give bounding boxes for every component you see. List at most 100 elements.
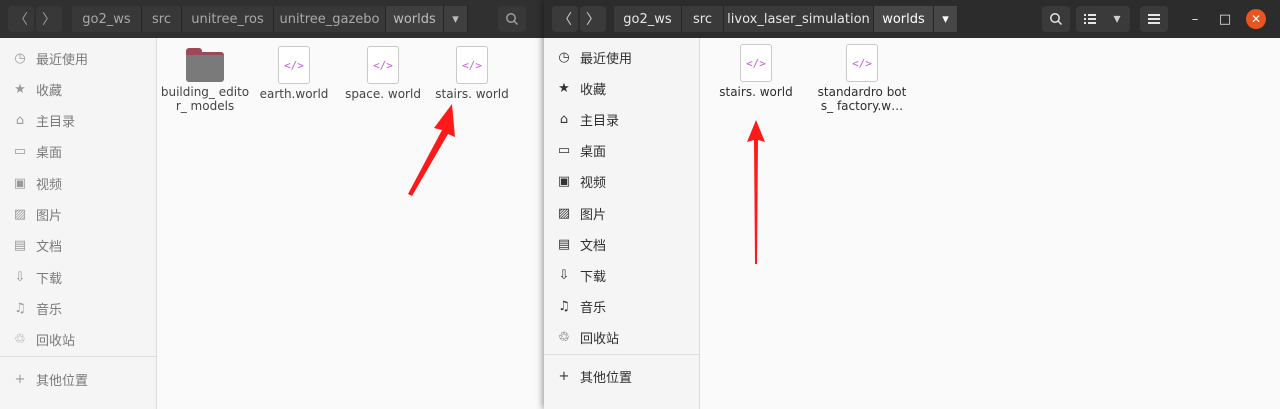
path-menu-button[interactable]: ▾ (444, 6, 468, 32)
breadcrumb-unitree-ros[interactable]: unitree_ros (182, 6, 274, 32)
sidebar-item-label: 回收站 (580, 332, 620, 348)
sidebar-item-label: 音乐 (580, 301, 607, 317)
trash-icon: ♲ (14, 332, 26, 348)
breadcrumb-go2-ws[interactable]: go2_ws (72, 6, 142, 32)
sidebar-divider (0, 356, 156, 357)
sidebar-item-music[interactable]: ♫ 音乐 (0, 293, 156, 323)
music-icon: ♫ (558, 299, 570, 315)
breadcrumb-livox-laser-simulation[interactable]: livox_laser_simulation (724, 6, 874, 32)
back-button[interactable]: 〈 (8, 6, 34, 32)
picture-icon: ▨ (557, 205, 571, 221)
plus-icon: + (14, 371, 26, 387)
file-name: stairs. world (435, 87, 509, 101)
sidebar-item-label: 其他位置 (36, 373, 89, 389)
search-button[interactable] (498, 6, 526, 32)
sidebar-item-label: 收藏 (36, 83, 63, 99)
sidebar-item-label: 桌面 (580, 145, 607, 161)
document-icon: ▤ (13, 238, 27, 254)
sidebar-item-home[interactable]: ⌂ 主目录 (544, 104, 699, 134)
breadcrumb-src[interactable]: src (142, 6, 182, 32)
sidebar-item-download[interactable]: ⇩ 下载 (544, 260, 699, 290)
breadcrumb-worlds[interactable]: worlds (874, 6, 934, 32)
star-icon: ★ (14, 81, 26, 97)
home-icon: ⌂ (559, 111, 569, 127)
breadcrumb-unitree-gazebo[interactable]: unitree_gazebo (274, 6, 386, 32)
sidebar-item-label: 下载 (36, 271, 63, 287)
forward-button[interactable]: 〉 (580, 6, 606, 32)
file-stairs-world[interactable]: </> stairs. world (427, 46, 517, 101)
main-menu-button[interactable] (1140, 6, 1168, 32)
sidebar: ◷ 最近使用 ★ 收藏 ⌂ 主目录 ▭ 桌面 ▣ 视频 ▨ 图片 ▤ 文档 ⇩ 下载 ♫ 音乐 ♲ 回收站 + 其他位置 (544, 38, 700, 409)
video-icon: ▣ (13, 175, 27, 191)
sidebar-item-recent[interactable]: ◷ 最近使用 (544, 42, 699, 72)
sidebar-item-label: 回收站 (36, 334, 76, 350)
sidebar-item-star[interactable]: ★ 收藏 (544, 73, 699, 103)
file-manager-window-unitree-gazebo: 〈 〉 go2_ws src unitree_ros unitree_gazeb… (0, 0, 544, 409)
sidebar-item-trash[interactable]: ♲ 回收站 (0, 325, 156, 355)
file-earth-world[interactable]: </> earth.world (249, 46, 339, 101)
sidebar-item-video[interactable]: ▣ 视频 (544, 167, 699, 197)
sidebar-item-recent[interactable]: ◷ 最近使用 (0, 43, 156, 73)
sidebar-item-label: 文档 (580, 238, 607, 254)
sidebar-divider (544, 354, 699, 355)
plus-icon: + (558, 368, 570, 384)
maximize-button[interactable]: □ (1214, 8, 1236, 30)
sidebar-item-star[interactable]: ★ 收藏 (0, 74, 156, 104)
sidebar-item-label: 下载 (580, 269, 607, 285)
sidebar-item-picture[interactable]: ▨ 图片 (0, 200, 156, 230)
trash-icon: ♲ (558, 330, 570, 346)
file-name: space. world (345, 87, 421, 101)
sidebar-item-video[interactable]: ▣ 视频 (0, 168, 156, 198)
sidebar-item-desktop[interactable]: ▭ 桌面 (0, 137, 156, 167)
breadcrumb-worlds[interactable]: worlds (386, 6, 444, 32)
sidebar: ◷ 最近使用 ★ 收藏 ⌂ 主目录 ▭ 桌面 ▣ 视频 ▨ 图片 ▤ 文档 ⇩ 下载 ♫ 音乐 ♲ 回收站 + 其他位置 (0, 38, 157, 409)
xml-file-icon: </> (456, 46, 488, 84)
sidebar-item-other-locations[interactable]: + 其他位置 (544, 361, 699, 391)
sidebar-item-desktop[interactable]: ▭ 桌面 (544, 136, 699, 166)
file-name: building_ editor_ models (160, 85, 250, 113)
view-options-button[interactable]: ▾ (1104, 6, 1130, 32)
star-icon: ★ (558, 80, 570, 96)
file-stairs-world[interactable]: </> stairs. world (711, 44, 801, 99)
desktop-icon: ▭ (13, 144, 27, 160)
file-space-world[interactable]: </> space. world (338, 46, 428, 101)
xml-file-icon: </> (367, 46, 399, 84)
view-list-button[interactable] (1076, 6, 1104, 32)
forward-button[interactable]: 〉 (36, 6, 62, 32)
search-icon (506, 13, 519, 26)
sidebar-item-label: 图片 (580, 207, 607, 223)
back-button[interactable]: 〈 (552, 6, 578, 32)
minimize-button[interactable]: – (1184, 8, 1206, 30)
breadcrumb-src[interactable]: src (682, 6, 724, 32)
sidebar-item-download[interactable]: ⇩ 下载 (0, 262, 156, 292)
path-menu-button[interactable]: ▾ (934, 6, 958, 32)
folder-icon (186, 48, 224, 82)
document-icon: ▤ (557, 236, 571, 252)
sidebar-item-document[interactable]: ▤ 文档 (0, 231, 156, 261)
list-view-icon (1084, 14, 1096, 24)
sidebar-item-music[interactable]: ♫ 音乐 (544, 292, 699, 322)
sidebar-item-label: 视频 (580, 176, 607, 192)
header-bar: 〈 〉 go2_ws src unitree_ros unitree_gazeb… (0, 0, 544, 38)
picture-icon: ▨ (13, 207, 27, 222)
sidebar-item-trash[interactable]: ♲ 回收站 (544, 323, 699, 353)
sidebar-item-document[interactable]: ▤ 文档 (544, 229, 699, 259)
download-icon: ⇩ (14, 269, 26, 285)
sidebar-item-label: 收藏 (580, 82, 607, 98)
sidebar-item-label: 最近使用 (580, 51, 633, 67)
sidebar-item-label: 视频 (36, 177, 63, 193)
file-standardrobots-factory-world[interactable]: </> standardro bots_ factory.w… (817, 44, 907, 113)
sidebar-item-label: 桌面 (36, 146, 63, 162)
breadcrumb-go2-ws[interactable]: go2_ws (614, 6, 682, 32)
sidebar-item-label: 图片 (36, 209, 63, 224)
search-button[interactable] (1042, 6, 1070, 32)
sidebar-item-home[interactable]: ⌂ 主目录 (0, 106, 156, 136)
close-button[interactable]: ✕ (1246, 9, 1266, 29)
sidebar-item-other-locations[interactable]: + 其他位置 (0, 364, 156, 394)
annotation-arrow (747, 120, 765, 264)
sidebar-item-picture[interactable]: ▨ 图片 (544, 198, 699, 228)
hamburger-menu-icon (1148, 14, 1160, 24)
folder-building-editor-models[interactable]: building_ editor_ models (160, 46, 250, 113)
xml-file-icon: </> (740, 44, 772, 82)
sidebar-item-label: 其他位置 (580, 370, 633, 386)
